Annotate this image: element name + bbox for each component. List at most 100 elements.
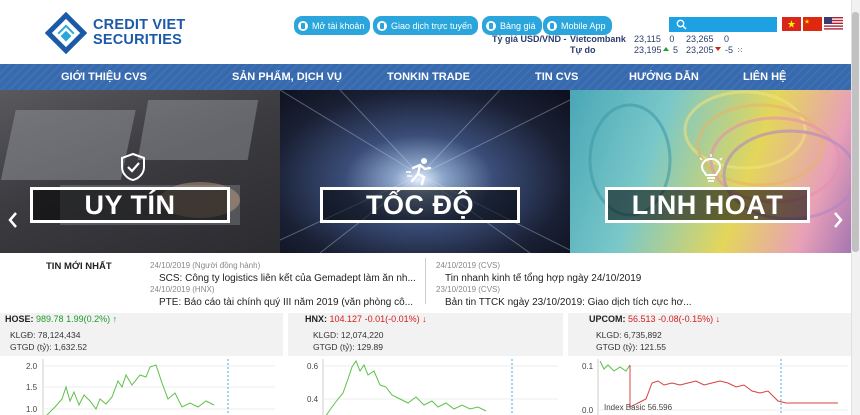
price-board-button[interactable]: Bảng giá: [482, 16, 542, 35]
hero-banner: UY TÍN TỐC ĐỘ LINH HOẠT: [0, 90, 860, 253]
market-change: -0.08(-0.15%): [658, 314, 714, 324]
open-account-button[interactable]: Mở tài khoản: [294, 16, 371, 35]
board-icon: [486, 20, 496, 31]
news-date: 23/10/2019 (CVS): [436, 285, 501, 294]
runner-icon: [406, 158, 432, 186]
rate-free-buy: 23,195 5: [634, 45, 679, 55]
up-arrow-icon: ↑: [112, 314, 118, 324]
market-hnx[interactable]: HNX: 104.127 -0.01(-0.01%) ↓ KLGD: 12,07…: [288, 313, 563, 415]
news-date: 24/10/2019 (HNX): [150, 285, 215, 294]
brand-logo[interactable]: CREDIT VIET SECURITIES: [45, 12, 185, 54]
online-trading-label: Giao dịch trực tuyến: [391, 20, 473, 31]
news-headline[interactable]: PTE: Báo cáo tài chính quý III năm 2019 …: [159, 297, 413, 308]
market-chart: 0.1 0.0 Index Basic 56.596: [582, 359, 848, 415]
market-header: UPCOM: 56.513 -0.08(-0.15%) ↓: [568, 313, 851, 326]
rate-row-free: Tự do: [570, 45, 596, 55]
index-basic-annotation: Index Basic 56.596: [604, 403, 673, 412]
y-tick: 0.1: [582, 362, 594, 371]
nav-about[interactable]: GIỚI THIỆU CVS: [61, 71, 147, 83]
market-turnover: 121.55: [639, 342, 666, 352]
news-item[interactable]: 24/10/2019 (HNX) PTE: Báo cáo tài chính …: [150, 285, 413, 308]
logo-mark-icon: [45, 12, 87, 54]
market-header: HNX: 104.127 -0.01(-0.01%) ↓: [288, 313, 563, 326]
y-tick: 0.6: [307, 362, 319, 371]
market-turnover: 1,632.52: [53, 342, 88, 352]
market-stats: KLGĐ: 78,124,434 GTGD (tỷ): 1,632.52: [0, 326, 283, 356]
banner-panel-speed[interactable]: TỐC ĐỘ: [280, 90, 570, 253]
market-value: 104.127: [329, 314, 363, 324]
y-tick: 2.0: [26, 362, 38, 371]
banner-label-speed: TỐC ĐỘ: [320, 187, 520, 223]
market-hose[interactable]: HOSE: 989.78 1.99(0.2%) ↑ KLGĐ: 78,124,4…: [0, 313, 283, 415]
site-header: CREDIT VIET SECURITIES Mở tài khoản Giao…: [0, 0, 860, 64]
news-headline[interactable]: SCS: Công ty logistics liên kết của Gema…: [159, 273, 416, 284]
banner-label-trust: UY TÍN: [30, 187, 230, 223]
nav-contact[interactable]: LIÊN HỆ: [743, 71, 786, 83]
phone-icon: [547, 20, 557, 31]
down-arrow-icon: ↓: [715, 314, 721, 324]
banner-panel-flexible[interactable]: LINH HOẠT: [570, 90, 860, 253]
news-divider: [425, 258, 426, 304]
carousel-prev-icon[interactable]: [6, 209, 20, 231]
rate-vcb-buy: 23,115 0: [634, 34, 675, 44]
zh-flag-icon[interactable]: [803, 17, 822, 31]
news-item[interactable]: 23/10/2019 (CVS) Bản tin TTCK ngày 23/10…: [436, 285, 692, 308]
market-volume: 78,124,434: [37, 330, 81, 340]
latest-news-title: TIN MỚI NHẤT: [46, 261, 112, 272]
expand-icon[interactable]: ⁙: [737, 46, 744, 55]
market-stats: KLGD: 12,074,220 GTGD (tỷ): 129.89: [288, 326, 563, 356]
search-icon[interactable]: [676, 19, 687, 30]
brand-name: CREDIT VIET SECURITIES: [93, 18, 185, 48]
vi-flag-icon[interactable]: [782, 17, 801, 31]
user-icon: [377, 20, 387, 31]
news-date: 24/10/2019 (CVS): [436, 261, 501, 270]
main-nav: GIỚI THIỆU CVS SẢN PHẨM, DỊCH VỤ TONKIN …: [0, 64, 860, 90]
en-flag-icon[interactable]: [824, 17, 843, 31]
rate-source-name: Tự do: [570, 45, 596, 55]
exchange-rate-label: Tỷ giá USD/VND -: [492, 34, 567, 44]
up-arrow-icon: [662, 47, 669, 51]
brand-line-2: SECURITIES: [93, 32, 183, 48]
y-tick: 0.4: [307, 395, 319, 404]
news-item[interactable]: 24/10/2019 (Người đồng hành) SCS: Công t…: [150, 261, 416, 284]
market-header: HOSE: 989.78 1.99(0.2%) ↑: [0, 313, 283, 326]
rate-source-name: Vietcombank: [570, 34, 626, 44]
news-headline[interactable]: Tin nhanh kinh tế tổng hợp ngày 24/10/20…: [445, 273, 641, 284]
down-arrow-icon: ↓: [422, 314, 427, 324]
price-board-label: Bảng giá: [500, 20, 536, 31]
market-volume: 12,074,220: [340, 330, 384, 340]
online-trading-button[interactable]: Giao dịch trực tuyến: [373, 16, 479, 35]
y-tick: 1.0: [26, 405, 38, 414]
nav-news[interactable]: TIN CVS: [535, 71, 578, 83]
market-change: 1.99(0.2%): [66, 314, 111, 324]
mobile-app-label: Mobile App: [561, 20, 606, 31]
rate-vcb-sell: 23,265 0: [686, 34, 730, 44]
open-account-label: Mở tài khoản: [312, 20, 365, 31]
banner-label-flexible: LINH HOẠT: [605, 187, 810, 223]
mobile-app-button[interactable]: Mobile App: [543, 16, 612, 35]
nav-tonkin-trade[interactable]: TONKIN TRADE: [387, 71, 470, 83]
nav-products[interactable]: SẢN PHẨM, DỊCH VỤ: [232, 71, 342, 83]
scrollbar-thumb[interactable]: [852, 12, 859, 252]
y-tick: 1.5: [26, 383, 38, 392]
market-stats: KLGD: 6,735,892 GTGD (tỷ): 121.55: [568, 326, 851, 356]
nav-guide[interactable]: HƯỚNG DẪN: [629, 71, 699, 83]
news-date: 24/10/2019 (Người đồng hành): [150, 261, 261, 270]
lightbulb-icon: [699, 154, 723, 182]
news-headline[interactable]: Bản tin TTCK ngày 23/10/2019: Giao dịch …: [445, 297, 692, 308]
shield-check-icon: [121, 152, 145, 182]
market-chart: 2.0 1.5 1.0: [26, 359, 275, 415]
banner-panel-trust[interactable]: UY TÍN: [0, 90, 280, 253]
brand-line-1: CREDIT VIET: [93, 17, 186, 33]
market-turnover: 129.89: [356, 342, 383, 352]
market-value: 989.78: [36, 314, 64, 324]
market-chart: 0.6 0.4: [307, 359, 558, 415]
market-upcom[interactable]: UPCOM: 56.513 -0.08(-0.15%) ↓ KLGD: 6,73…: [568, 313, 851, 415]
market-change: -0.01(-0.01%): [364, 314, 420, 324]
market-volume: 6,735,892: [623, 330, 662, 340]
rate-free-sell: 23,205 -5 ⁙: [686, 45, 744, 55]
carousel-next-icon[interactable]: [831, 209, 845, 231]
market-name: UPCOM:: [589, 314, 626, 324]
news-item[interactable]: 24/10/2019 (CVS) Tin nhanh kinh tế tổng …: [436, 261, 641, 284]
y-tick: 0.0: [582, 406, 594, 415]
